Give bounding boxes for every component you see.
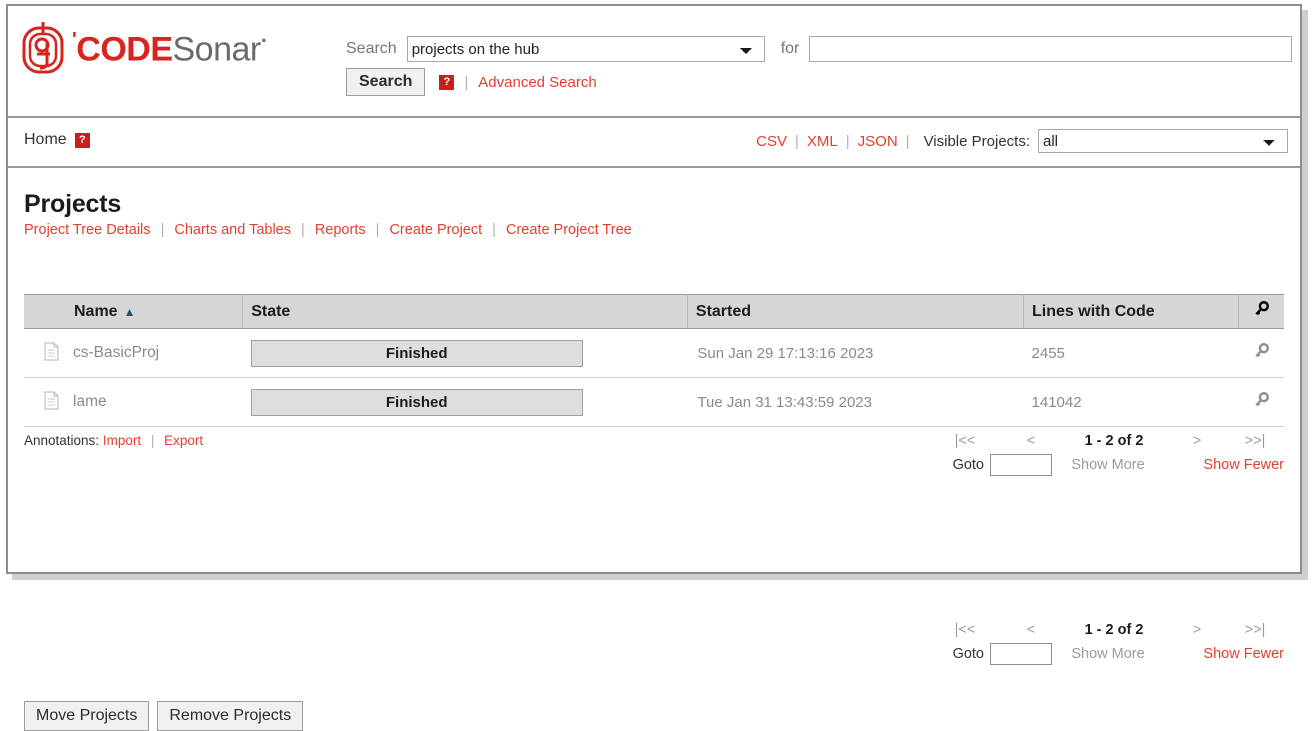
- cell-started: Sun Jan 29 17:13:16 2023: [687, 328, 1024, 378]
- cell-lines-with-code: 141042: [1023, 377, 1239, 427]
- logo-dot: ·: [260, 27, 268, 53]
- search-label: Search: [346, 40, 397, 57]
- separator: |: [794, 132, 799, 150]
- cell-started: Tue Jan 31 13:43:59 2023: [687, 377, 1024, 427]
- sort-ascending-icon: ▲: [123, 304, 136, 319]
- search-scope-select[interactable]: projects on the hub: [406, 36, 765, 62]
- column-header-started[interactable]: Started: [687, 294, 1025, 329]
- separator: |: [301, 222, 305, 238]
- page-title: Projects: [24, 190, 122, 218]
- logo-wordmark: 'CODESonar·: [72, 27, 268, 69]
- pagination-nav-row: |<< < 1 - 2 of 2 > >>|: [904, 620, 1284, 640]
- cell-tools[interactable]: [1238, 377, 1284, 427]
- show-more-button[interactable]: Show More: [1052, 646, 1164, 662]
- codesonar-logo: 'CODESonar·: [20, 20, 268, 76]
- annotations-import-link[interactable]: Import: [103, 433, 141, 448]
- bulk-action-buttons: Move Projects Remove Projects: [24, 701, 304, 731]
- cell-state: Finished: [242, 377, 688, 427]
- separator: |: [464, 73, 469, 91]
- project-name-link[interactable]: cs-BasicProj: [73, 344, 159, 362]
- app-header: 'CODESonar· Search projects on the hub f…: [8, 6, 1300, 118]
- breadcrumb-home[interactable]: Home: [24, 131, 67, 149]
- reports-link[interactable]: Reports: [315, 222, 366, 238]
- key-icon[interactable]: [1254, 392, 1269, 412]
- document-icon: [44, 341, 73, 365]
- cell-lines-with-code: 2455: [1023, 328, 1239, 378]
- search-row-scope: Search projects on the hub for: [346, 36, 1292, 62]
- column-header-name[interactable]: Name ▲: [24, 294, 244, 329]
- table-header: Name ▲ State Started Lines with Code: [24, 294, 1284, 329]
- project-name-cell: cs-BasicProj: [32, 335, 235, 371]
- breadcrumb-bar: Home ? CSV | XML | JSON | Visible Projec…: [8, 118, 1300, 168]
- help-icon[interactable]: ?: [74, 132, 90, 148]
- search-row-actions: Search ? | Advanced Search: [346, 68, 1292, 96]
- separator: |: [160, 222, 165, 238]
- separator: |: [150, 433, 155, 448]
- project-name-cell: lame: [32, 384, 235, 420]
- help-icon[interactable]: ?: [439, 74, 455, 90]
- search-area: Search projects on the hub for Search ? …: [346, 36, 1292, 96]
- cell-name: lame: [24, 377, 243, 427]
- visible-projects-select[interactable]: all: [1038, 129, 1288, 153]
- table-body: cs-BasicProj Finished Sun Jan 29 17:13:1…: [24, 328, 1284, 427]
- for-label: for: [780, 40, 800, 57]
- create-project-link[interactable]: Create Project: [389, 222, 482, 238]
- project-action-links: Project Tree Details | Charts and Tables…: [24, 222, 1284, 238]
- next-page-button[interactable]: >: [1168, 622, 1226, 638]
- prev-page-button[interactable]: <: [1002, 622, 1060, 638]
- page-range-label: 1 - 2 of 2: [1084, 622, 1144, 638]
- column-header-name-label: Name: [74, 302, 118, 320]
- separator: |: [492, 222, 496, 238]
- export-controls: CSV | XML | JSON | Visible Projects: all: [756, 129, 1288, 153]
- create-project-tree-link[interactable]: Create Project Tree: [506, 222, 632, 238]
- pagination-bottom: |<< < 1 - 2 of 2 > >>| Goto Show More Sh…: [904, 620, 1284, 666]
- key-icon: [1254, 301, 1269, 321]
- document-icon: [44, 390, 73, 414]
- column-header-state[interactable]: State: [242, 294, 688, 329]
- first-page-button[interactable]: |<<: [928, 622, 1002, 638]
- main-content: Projects Project Tree Details | Charts a…: [8, 168, 1300, 731]
- column-header-lines-with-code[interactable]: Lines with Code: [1023, 294, 1239, 329]
- remove-projects-button[interactable]: Remove Projects: [157, 701, 304, 731]
- status-badge: Finished: [250, 388, 583, 416]
- projects-table: Name ▲ State Started Lines with Code cs-…: [24, 294, 1284, 427]
- separator: |: [845, 132, 850, 150]
- separator: |: [375, 222, 380, 238]
- separator: |: [905, 132, 910, 150]
- table-footer: Annotations: Import | Export: [24, 427, 1284, 485]
- charts-and-tables-link[interactable]: Charts and Tables: [174, 222, 291, 238]
- table-row[interactable]: lame Finished Tue Jan 31 13:43:59 2023 1…: [24, 377, 1284, 427]
- export-json-link[interactable]: JSON: [858, 133, 898, 150]
- table-header-row: Name ▲ State Started Lines with Code: [24, 294, 1284, 329]
- project-tree-details-link[interactable]: Project Tree Details: [24, 222, 151, 238]
- annotations-label: Annotations:: [24, 433, 100, 448]
- cell-state: Finished: [242, 328, 688, 378]
- logo-sonar-text: Sonar: [172, 30, 262, 69]
- export-xml-link[interactable]: XML: [807, 133, 838, 150]
- export-csv-link[interactable]: CSV: [756, 133, 787, 150]
- page-frame: 'CODESonar· Search projects on the hub f…: [6, 4, 1302, 731]
- last-page-button[interactable]: >>|: [1226, 622, 1284, 638]
- visible-projects-label: Visible Projects:: [923, 132, 1030, 150]
- pagination-goto-row: Goto Show More Show Fewer: [904, 642, 1284, 666]
- table-row[interactable]: cs-BasicProj Finished Sun Jan 29 17:13:1…: [24, 328, 1284, 378]
- breadcrumb: Home ?: [24, 131, 90, 149]
- search-query-input[interactable]: [809, 36, 1292, 62]
- cell-name: cs-BasicProj: [24, 328, 243, 378]
- logo-code-text: CODE: [76, 30, 173, 69]
- grammatech-g-icon: [20, 21, 66, 75]
- show-fewer-button[interactable]: Show Fewer: [1164, 646, 1284, 662]
- status-badge: Finished: [250, 339, 583, 367]
- annotations-bar: Annotations: Import | Export: [24, 433, 203, 448]
- goto-label: Goto: [952, 646, 984, 662]
- move-projects-button[interactable]: Move Projects: [24, 701, 150, 731]
- advanced-search-link[interactable]: Advanced Search: [478, 74, 596, 91]
- key-icon[interactable]: [1254, 343, 1269, 363]
- search-button[interactable]: Search: [346, 68, 426, 96]
- column-header-tools[interactable]: [1238, 294, 1284, 329]
- cell-tools[interactable]: [1238, 328, 1284, 378]
- annotations-export-link[interactable]: Export: [164, 433, 203, 448]
- goto-input[interactable]: [990, 643, 1052, 665]
- project-name-link[interactable]: lame: [73, 393, 107, 411]
